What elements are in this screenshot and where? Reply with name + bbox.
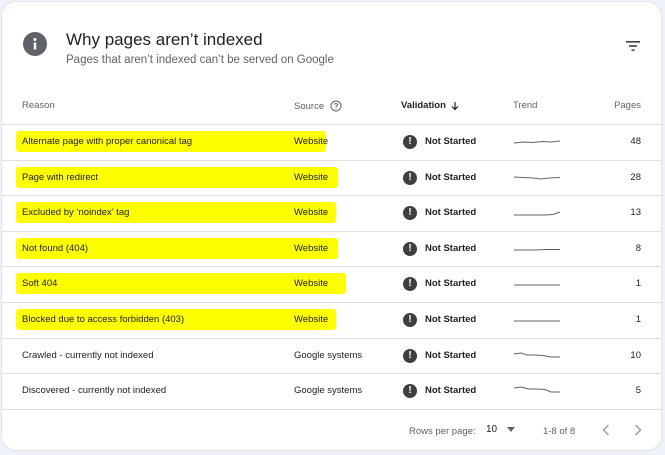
table-row[interactable]: Page with redirect Website! Not Started 28 <box>2 159 661 196</box>
row-validation-status: Not Started <box>425 385 477 397</box>
index-report-card: Why pages aren’t indexed Pages that aren… <box>2 2 661 450</box>
rows-per-page-select[interactable]: 10 <box>486 424 516 435</box>
row-source: Google systems <box>294 385 363 397</box>
rows-per-page-label: Rows per page: <box>409 426 476 437</box>
row-source: Website <box>294 207 329 219</box>
table-row[interactable]: Crawled - currently not indexed Google sy… <box>2 337 661 374</box>
exclamation-icon: ! <box>403 135 417 149</box>
table-row[interactable]: Not found (404) Website! Not Started 8 <box>2 230 661 267</box>
table-row[interactable]: Blocked due to access forbidden (403) Web… <box>2 302 661 338</box>
trend-sparkline <box>513 386 560 393</box>
pagination-range: 1-8 of 8 <box>543 426 576 437</box>
row-pages-count: 28 <box>630 171 641 183</box>
column-header-reason[interactable]: Reason <box>22 100 55 111</box>
row-reason: Not found (404) <box>22 242 89 254</box>
row-source: Website <box>294 242 329 254</box>
column-header-pages[interactable]: Pages <box>614 100 641 111</box>
column-header-source[interactable]: Source <box>294 100 342 112</box>
exclamation-icon: ! <box>403 348 417 363</box>
row-pages-count: 10 <box>630 349 641 361</box>
row-pages-count: 48 <box>630 136 641 147</box>
row-pages-count: 5 <box>635 385 641 397</box>
trend-sparkline <box>514 320 560 322</box>
row-reason: Crawled - currently not indexed <box>22 349 154 361</box>
chevron-left-icon <box>602 424 610 436</box>
exclamation-icon: ! <box>403 241 417 256</box>
trend-sparkline <box>513 352 560 358</box>
table-row[interactable]: Excluded by ‘noindex’ tag Website! Not Sta… <box>2 195 661 231</box>
row-validation-status: Not Started <box>425 278 477 290</box>
next-page-button[interactable] <box>630 422 646 438</box>
row-validation-status: Not Started <box>425 171 477 183</box>
help-icon[interactable] <box>330 100 342 112</box>
row-source: Website <box>294 171 329 183</box>
sort-arrow-down-icon <box>451 101 459 110</box>
row-validation-status: Not Started <box>425 136 477 147</box>
table-row[interactable]: Soft 404 Website! Not Started 1 <box>2 266 661 302</box>
row-validation-status: Not Started <box>425 207 477 219</box>
filter-icon[interactable] <box>625 39 641 53</box>
rows-per-page-value: 10 <box>486 424 498 435</box>
row-validation-status: Not Started <box>425 242 477 254</box>
row-reason: Excluded by ‘noindex’ tag <box>22 207 130 219</box>
row-pages-count: 8 <box>635 242 641 254</box>
exclamation-icon: ! <box>403 384 417 399</box>
row-pages-count: 1 <box>635 278 641 290</box>
row-reason: Discovered - currently not indexed <box>22 385 167 397</box>
row-reason: Blocked due to access forbidden (403) <box>22 314 185 325</box>
row-reason: Alternate page with proper canonical tag <box>22 136 193 147</box>
row-validation-status: Not Started <box>425 349 477 361</box>
row-source: Website <box>294 314 329 325</box>
exclamation-icon: ! <box>403 313 417 327</box>
card-title: Why pages aren’t indexed <box>66 30 263 49</box>
row-reason: Page with redirect <box>22 171 99 183</box>
table-row[interactable]: Discovered - currently not indexed Google… <box>2 373 661 409</box>
column-header-trend: Trend <box>513 100 538 111</box>
trend-sparkline <box>514 248 560 251</box>
chevron-right-icon <box>634 424 642 436</box>
row-source: Website <box>294 278 329 290</box>
column-header-source-label: Source <box>294 100 325 112</box>
row-validation-status: Not Started <box>425 314 477 325</box>
exclamation-icon: ! <box>403 206 417 221</box>
row-source: Website <box>294 136 329 147</box>
trend-sparkline <box>514 284 560 286</box>
row-pages-count: 1 <box>635 314 641 325</box>
trend-sparkline <box>513 140 561 144</box>
trend-sparkline <box>514 211 561 216</box>
previous-page-button[interactable] <box>598 422 614 438</box>
row-reason: Soft 404 <box>22 278 58 290</box>
table-footer: Rows per page: 10 1-8 of 8 <box>2 409 661 450</box>
column-header-validation[interactable]: Validation <box>401 100 460 111</box>
dropdown-arrow-icon <box>507 427 516 432</box>
row-source: Google systems <box>294 349 363 361</box>
trend-sparkline <box>513 176 561 180</box>
exclamation-icon: ! <box>403 277 417 292</box>
info-icon <box>23 32 47 56</box>
card-subtitle: Pages that aren’t indexed can’t be serve… <box>66 54 334 66</box>
row-pages-count: 13 <box>630 207 641 219</box>
exclamation-icon: ! <box>403 170 417 185</box>
table-row[interactable]: Alternate page with proper canonical tag… <box>2 124 661 160</box>
column-header-validation-label: Validation <box>401 100 446 111</box>
